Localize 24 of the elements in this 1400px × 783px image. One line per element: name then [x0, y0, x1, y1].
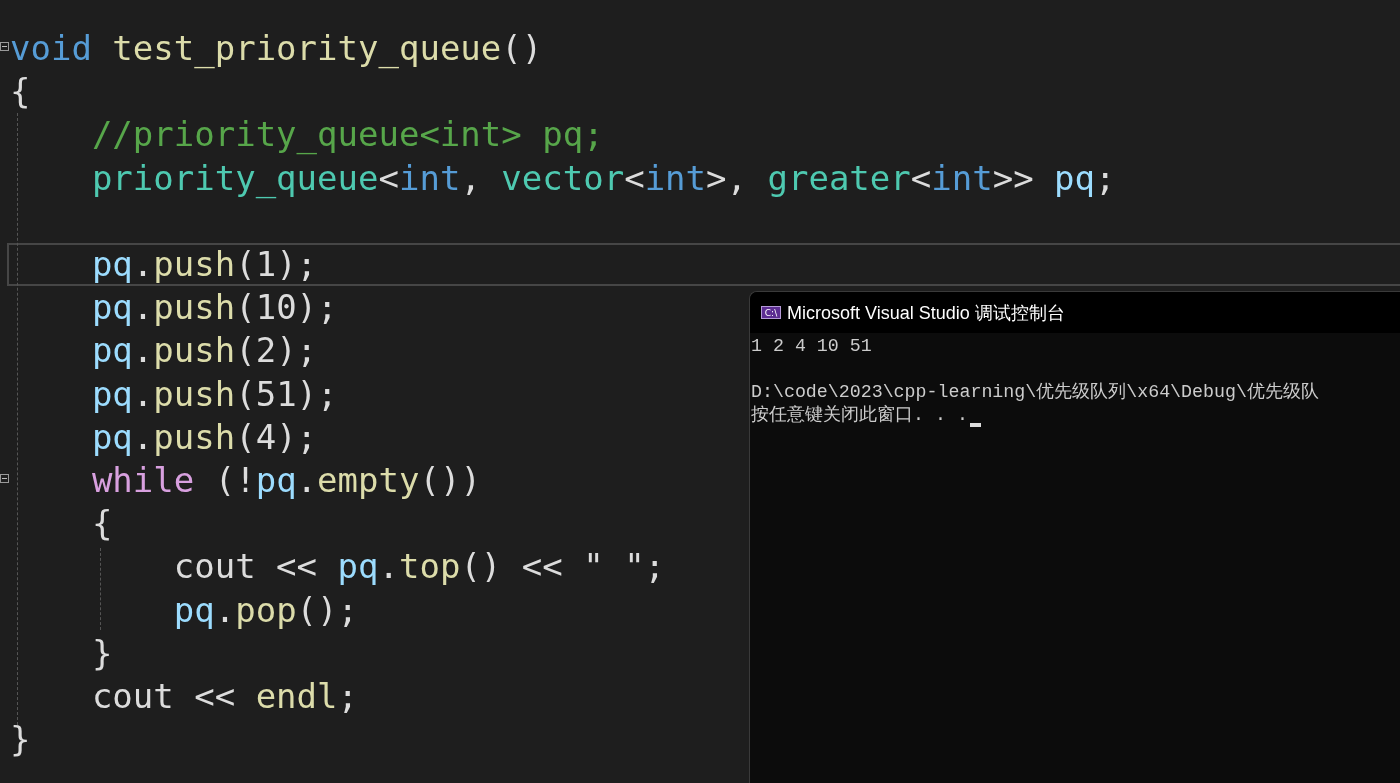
code-line: } — [10, 720, 31, 760]
window-title: Microsoft Visual Studio 调试控制台 — [787, 301, 1065, 325]
console-icon: C:\ — [761, 306, 781, 319]
code-line: cout << endl; — [90, 676, 358, 716]
code-line: cout << pq.top() << " "; — [172, 547, 666, 587]
code-line: { — [90, 504, 113, 544]
code-line: } — [90, 633, 113, 673]
code-line: pq.push(1); — [90, 245, 318, 285]
collapse-icon[interactable] — [0, 473, 9, 483]
collapse-icon[interactable] — [0, 42, 9, 51]
console-output: 1 2 4 10 51 — [751, 335, 872, 358]
code-line: pq.pop(); — [172, 590, 359, 630]
code-line: //priority_queue<int> pq; — [90, 115, 604, 155]
text-cursor — [969, 423, 981, 427]
code-line: pq.push(10); — [90, 288, 338, 328]
code-line: pq.push(51); — [90, 374, 338, 414]
console-prompt: 按任意键关闭此窗口. . . — [751, 404, 968, 427]
code-line: { — [10, 72, 31, 112]
code-line: pq.push(2); — [90, 331, 318, 371]
code-line: while (!pq.empty()) — [90, 460, 481, 500]
code-line: void test_priority_queue() — [10, 29, 543, 69]
code-line: priority_queue<int, vector<int>, greater<int>> pq; — [90, 158, 1116, 198]
code-line: pq.push(4); — [90, 417, 318, 457]
console-path: D:\code\2023\cpp-learning\优先级队列\x64\Debug\优先级队 — [751, 381, 1319, 404]
